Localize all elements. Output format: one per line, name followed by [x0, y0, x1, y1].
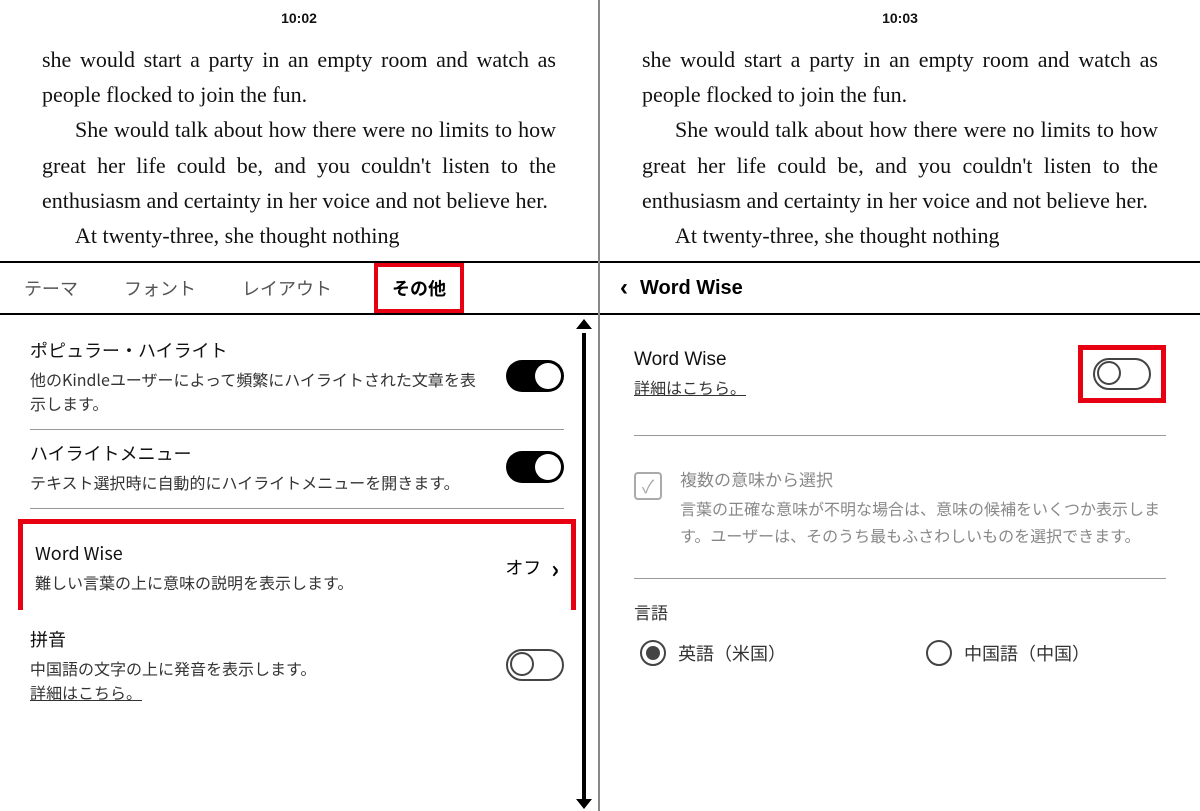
- scrollbar[interactable]: [582, 333, 586, 801]
- para-2: She would talk about how there were no l…: [42, 112, 556, 218]
- pinyin-link[interactable]: 詳細はこちら。: [30, 680, 142, 704]
- toggle-wordwise[interactable]: [1093, 358, 1151, 390]
- clock-right: 10:03: [600, 0, 1200, 30]
- tab-theme[interactable]: テーマ: [20, 269, 82, 307]
- pinyin-title: 拼音: [30, 626, 488, 652]
- radio-chinese[interactable]: 中国語（中国）: [926, 640, 1090, 666]
- right-pane: 10:03 she would start a party in an empt…: [600, 0, 1200, 811]
- row-highlight-menu[interactable]: ハイライトメニュー テキスト選択時に自動的にハイライトメニューを開きます。: [30, 430, 564, 509]
- reader-body-left: she would start a party in an empty room…: [0, 30, 598, 261]
- para-3-r: At twenty-three, she thought nothing: [642, 218, 1158, 253]
- toggle-pinyin[interactable]: [506, 649, 564, 681]
- check-desc: 言葉の正確な意味が不明な場合は、意味の候補をいくつか表示します。ユーザーは、その…: [680, 495, 1166, 549]
- toggle-highlight[interactable]: [506, 451, 564, 483]
- radio-chinese-label: 中国語（中国）: [964, 640, 1090, 666]
- wordwise-desc: 難しい言葉の上に意味の説明を表示します。: [35, 570, 487, 594]
- tab-font[interactable]: フォント: [120, 269, 200, 307]
- settings-list: ポピュラー・ハイライト 他のKindleユーザーによって頻繁にハイライトされた文…: [0, 315, 598, 811]
- wordwise-body: Word Wise 詳細はこちら。 ✓ 複数の意味から選択 言葉の正確な意味が不…: [600, 315, 1200, 811]
- checkbox-icon[interactable]: ✓: [634, 472, 662, 500]
- ww-title: Word Wise: [634, 349, 746, 371]
- tab-layout[interactable]: レイアウト: [238, 269, 336, 307]
- language-label: 言語: [634, 599, 1166, 624]
- highlight-desc: テキスト選択時に自動的にハイライトメニューを開きます。: [30, 470, 488, 494]
- para-1-r: she would start a party in an empty room…: [642, 42, 1158, 112]
- reader-body-right: she would start a party in an empty room…: [600, 30, 1200, 261]
- row-popular-highlights[interactable]: ポピュラー・ハイライト 他のKindleユーザーによって頻繁にハイライトされた文…: [30, 327, 564, 430]
- para-3: At twenty-three, she thought nothing: [42, 218, 556, 253]
- row-word-wise[interactable]: Word Wise 難しい言葉の上に意味の説明を表示します。 オフ ›: [18, 519, 576, 610]
- radio-icon-selected: [640, 640, 666, 666]
- wordwise-value[interactable]: オフ ›: [505, 550, 559, 585]
- radio-english[interactable]: 英語（米国）: [640, 640, 786, 666]
- left-pane: 10:02 she would start a party in an empt…: [0, 0, 600, 811]
- popular-title: ポピュラー・ハイライト: [30, 337, 488, 363]
- highlight-title: ハイライトメニュー: [30, 440, 488, 466]
- wordwise-title: Word Wise: [35, 540, 487, 566]
- scroll-down-icon[interactable]: [576, 799, 592, 809]
- back-chevron-icon[interactable]: ‹: [620, 274, 628, 302]
- pinyin-desc: 中国語の文字の上に発音を表示します。 詳細はこちら。: [30, 656, 488, 704]
- row-pinyin[interactable]: 拼音 中国語の文字の上に発音を表示します。 詳細はこちら。: [30, 620, 564, 718]
- check-title: 複数の意味から選択: [680, 466, 1166, 491]
- row-multiple-meanings[interactable]: ✓ 複数の意味から選択 言葉の正確な意味が不明な場合は、意味の候補をいくつか表示…: [634, 436, 1166, 578]
- radio-icon-unselected: [926, 640, 952, 666]
- ww-link[interactable]: 詳細はこちら。: [634, 375, 746, 399]
- para-1: she would start a party in an empty room…: [42, 42, 556, 112]
- scroll-up-icon[interactable]: [576, 319, 592, 329]
- toggle-popular[interactable]: [506, 360, 564, 392]
- language-section: 言語 英語（米国） 中国語（中国）: [634, 579, 1166, 666]
- radio-english-label: 英語（米国）: [678, 640, 786, 666]
- popular-desc: 他のKindleユーザーによって頻繁にハイライトされた文章を表示します。: [30, 367, 488, 415]
- para-2-r: She would talk about how there were no l…: [642, 112, 1158, 218]
- chevron-right-icon: ›: [551, 550, 559, 585]
- row-wordwise-main: Word Wise 詳細はこちら。: [634, 345, 1166, 436]
- wordwise-header-title: Word Wise: [640, 277, 743, 300]
- wordwise-value-text: オフ: [505, 554, 541, 580]
- tab-other[interactable]: その他: [374, 263, 464, 313]
- toggle-highlight-box: [1078, 345, 1166, 403]
- wordwise-header: ‹ Word Wise: [600, 261, 1200, 315]
- clock-left: 10:02: [0, 0, 598, 30]
- settings-tab-bar: テーマ フォント レイアウト その他: [0, 261, 598, 315]
